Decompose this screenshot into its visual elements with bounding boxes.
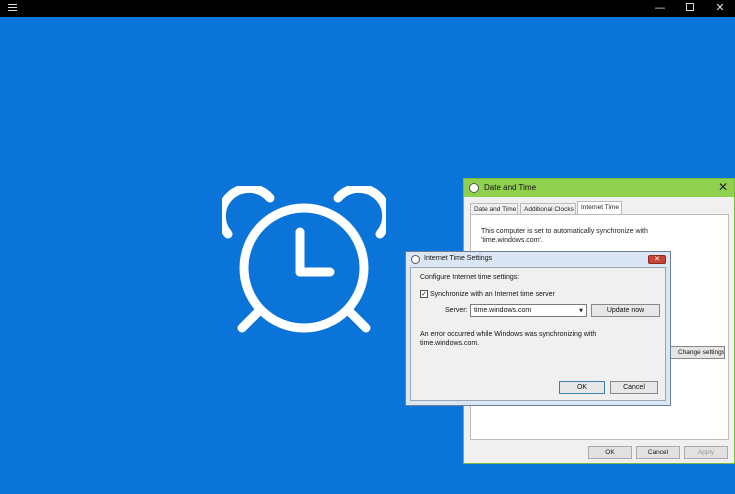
update-now-button[interactable]: Update now [591,304,660,317]
dialog-title: Internet Time Settings [424,255,493,262]
dialog-titlebar: Internet Time Settings ✕ [406,252,670,267]
dialog-title: Date and Time [484,183,537,192]
close-button[interactable]: ✕ [705,0,735,17]
server-label: Server: [445,307,468,314]
sync-checkbox[interactable]: ✓ [420,290,428,298]
settings-heading: Configure Internet time settings: [420,274,520,281]
dialog-close-button[interactable]: ✕ [718,180,728,194]
app-titlebar: — ✕ [0,0,735,17]
clock-icon [469,183,479,193]
maximize-button[interactable] [675,0,705,17]
dropdown-arrow-icon: ▼ [579,308,583,314]
cancel-button[interactable]: Cancel [610,381,658,394]
alarm-clock-icon [222,186,386,333]
error-message: An error occurred while Windows was sync… [420,331,597,347]
internet-time-settings-dialog: Internet Time Settings ✕ Configure Inter… [405,251,671,406]
cancel-button[interactable]: Cancel [636,446,680,459]
server-value: time.windows.com [474,307,532,314]
ok-button[interactable]: OK [559,381,605,394]
dialog-body: Configure Internet time settings: ✓ Synch… [410,267,666,401]
minimize-button[interactable]: — [645,0,675,17]
dialog-titlebar: Date and Time ✕ [464,179,734,197]
server-select[interactable]: time.windows.com ▼ [470,304,587,317]
maximize-icon [686,3,694,11]
sync-status-text: This computer is set to automatically sy… [481,228,648,244]
ok-button[interactable]: OK [588,446,632,459]
sync-checkbox-label: Synchronize with an Internet time server [430,290,555,298]
change-settings-button[interactable]: Change settings... [669,346,725,359]
tab-internet-time[interactable]: Internet Time [577,201,622,215]
apply-button[interactable]: Apply [684,446,728,459]
clock-icon [411,255,420,264]
hamburger-menu-icon[interactable] [8,4,17,12]
sync-checkbox-row[interactable]: ✓ Synchronize with an Internet time serve… [420,290,555,298]
dialog-close-button[interactable]: ✕ [648,255,666,264]
